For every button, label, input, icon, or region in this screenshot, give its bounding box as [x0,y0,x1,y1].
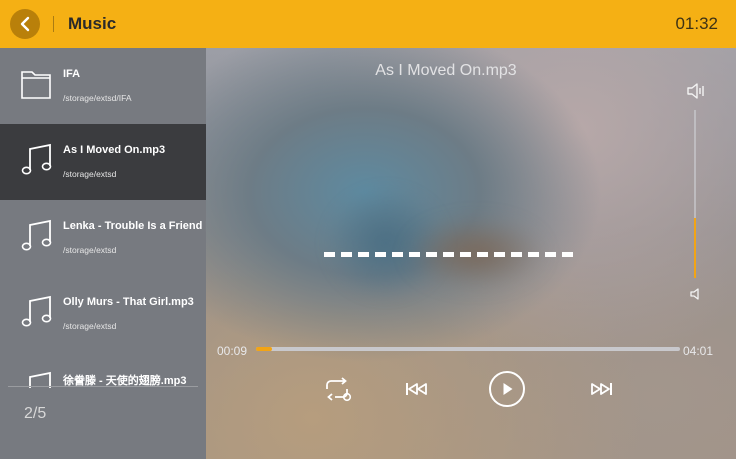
list-item-title: Olly Murs - That Girl.mp3 [63,296,194,308]
repeat-button[interactable] [320,374,354,404]
list-item-song[interactable]: 徐誊滕 - 天使的翅膀.mp3 [0,352,206,388]
volume-down-icon[interactable] [689,287,703,301]
list-item-title: As I Moved On.mp3 [63,144,166,156]
list-item-path: /storage/extsd [63,245,117,255]
skip-previous-icon [406,383,427,395]
previous-track-button[interactable] [402,374,432,404]
seek-bar-progress[interactable] [256,347,272,351]
back-button[interactable] [10,9,40,39]
repeat-icon [326,377,352,402]
list-item-path: /storage/extsd [63,169,117,179]
music-note-icon [21,143,52,175]
lyrics-placeholder [324,252,578,257]
chevron-left-icon [20,16,30,32]
list-item-song[interactable]: Olly Murs - That Girl.mp3 /storage/extsd [0,276,206,352]
now-playing-title: As I Moved On.mp3 [375,62,517,79]
list-item-folder-ifa[interactable]: IFA /storage/extsd/IFA [0,48,206,124]
volume-slider-fill[interactable] [694,217,696,278]
volume-up-icon[interactable] [686,82,706,100]
next-track-button[interactable] [586,374,616,404]
sidebar-divider [8,386,198,387]
list-item-song-selected[interactable]: As I Moved On.mp3 /storage/extsd [0,124,206,200]
list-item-title: Lenka - Trouble Is a Friend [ [63,220,206,232]
file-list-sidebar: IFA /storage/extsd/IFA As I Moved On.mp3… [0,48,206,459]
folder-icon [21,71,51,99]
app-title: Music [68,14,117,33]
seek-bar[interactable] [256,347,680,351]
list-item-title: IFA [63,68,81,80]
header-divider [53,16,54,32]
app-header: Music 01:32 [0,0,736,48]
list-item-path: /storage/extsd [63,321,117,331]
list-item-path: /storage/extsd/IFA [63,93,132,103]
skip-next-icon [591,383,612,395]
total-time: 04:01 [683,344,714,358]
list-item-song[interactable]: Lenka - Trouble Is a Friend [ /storage/e… [0,200,206,276]
current-time: 00:09 [217,344,248,358]
player-panel: As I Moved On.mp3 00:09 04:01 [206,48,736,459]
music-note-icon [21,219,52,251]
music-note-icon [21,295,52,327]
page-indicator: 2/5 [24,405,47,422]
play-button[interactable] [488,370,526,408]
status-clock: 01:32 [675,14,718,33]
play-icon [489,371,525,407]
